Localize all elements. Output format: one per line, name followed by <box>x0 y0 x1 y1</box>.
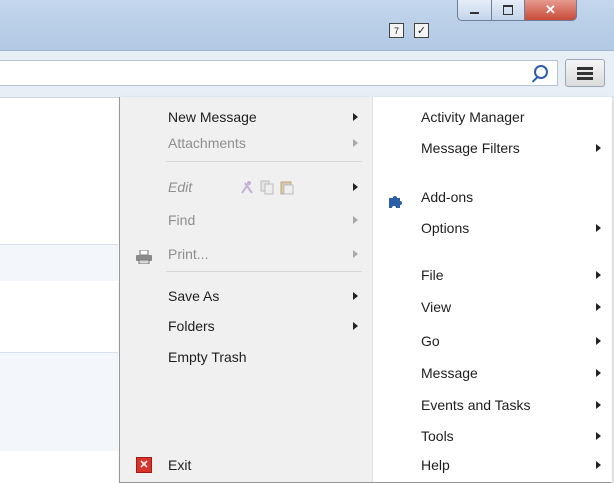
menu-item-label: Empty Trash <box>168 349 247 365</box>
menu-item-label: Go <box>421 333 440 349</box>
submenu-arrow-icon <box>353 322 358 330</box>
menu-item-activity-manager[interactable]: Activity Manager <box>421 105 601 129</box>
menu-item-message-filters[interactable]: Message Filters <box>421 136 601 160</box>
menu-item-label: File <box>421 267 444 283</box>
submenu-arrow-icon <box>596 144 601 152</box>
background-panel <box>0 352 118 451</box>
submenu-arrow-icon <box>596 303 601 311</box>
close-icon: ✕ <box>545 2 556 17</box>
tasks-icon[interactable]: ✓ <box>414 23 429 38</box>
menu-item-label: View <box>421 299 452 315</box>
menu-item-tools[interactable]: Tools <box>421 424 601 448</box>
menu-item-label: Folders <box>168 318 215 334</box>
menu-item-find[interactable]: Find <box>168 208 358 232</box>
menu-item-print[interactable]: Print... <box>168 242 358 266</box>
menu-item-label: New Message <box>168 109 257 125</box>
submenu-arrow-icon <box>353 250 358 258</box>
menu-item-label: Add-ons <box>421 189 474 205</box>
menu-item-exit[interactable]: Exit <box>168 453 358 477</box>
menu-item-label: Find <box>168 212 196 228</box>
title-bar: 7 ✓ ✕ <box>0 0 614 51</box>
menu-item-message[interactable]: Message <box>421 361 601 385</box>
menu-item-view[interactable]: View <box>421 295 601 319</box>
submenu-arrow-icon <box>596 432 601 440</box>
background-panel <box>0 244 118 281</box>
menu-item-label: Exit <box>168 457 192 473</box>
menu-item-folders[interactable]: Folders <box>168 314 358 338</box>
menu-item-label: Tools <box>421 428 454 444</box>
submenu-arrow-icon <box>596 401 601 409</box>
submenu-arrow-icon <box>353 216 358 224</box>
exit-icon: ✕ <box>136 457 152 473</box>
paste-icon[interactable] <box>280 178 294 195</box>
menu-item-label: Options <box>421 220 470 236</box>
copy-icon[interactable] <box>260 178 274 195</box>
minimize-button[interactable] <box>457 0 492 21</box>
submenu-arrow-icon <box>596 224 601 232</box>
submenu-arrow-icon <box>596 369 601 377</box>
menu-item-label: Attachments <box>168 135 246 151</box>
menu-item-label: Message Filters <box>421 140 520 156</box>
app-menu: New Message Attachments Edit Find Print.… <box>119 97 612 483</box>
search-input[interactable] <box>0 60 558 86</box>
search-icon[interactable] <box>534 65 548 79</box>
calendar-icon[interactable]: 7 <box>389 23 404 38</box>
menu-item-label: Help <box>421 457 450 473</box>
menu-item-file[interactable]: File <box>421 263 601 287</box>
menu-right-pane: Activity Manager Message Filters Add-ons… <box>372 97 612 482</box>
submenu-arrow-icon <box>353 139 358 147</box>
menu-item-empty-trash[interactable]: Empty Trash <box>168 345 358 369</box>
minimize-icon <box>470 11 479 14</box>
menu-item-edit[interactable]: Edit <box>168 175 358 199</box>
close-button[interactable]: ✕ <box>525 0 577 21</box>
maximize-icon <box>503 5 513 15</box>
menu-item-label: Print... <box>168 246 209 262</box>
menu-item-go[interactable]: Go <box>421 329 601 353</box>
submenu-arrow-icon <box>596 461 601 469</box>
menu-item-help[interactable]: Help <box>421 453 601 477</box>
menu-item-options[interactable]: Options <box>421 216 601 240</box>
toolbar <box>0 51 614 98</box>
menu-separator <box>166 271 362 272</box>
submenu-arrow-icon <box>353 292 358 300</box>
window-controls: ✕ <box>457 0 577 22</box>
menu-separator <box>166 161 362 162</box>
menu-item-events-and-tasks[interactable]: Events and Tasks <box>421 393 601 417</box>
menu-left-pane: New Message Attachments Edit Find Print.… <box>120 97 372 482</box>
maximize-button[interactable] <box>492 0 525 21</box>
submenu-arrow-icon <box>353 113 358 121</box>
printer-icon <box>136 249 152 266</box>
menu-item-attachments[interactable]: Attachments <box>168 131 358 155</box>
submenu-arrow-icon <box>596 271 601 279</box>
menu-item-label: Activity Manager <box>421 109 525 125</box>
menu-item-save-as[interactable]: Save As <box>168 284 358 308</box>
submenu-arrow-icon <box>353 183 358 191</box>
menu-item-new-message[interactable]: New Message <box>168 105 358 129</box>
menu-item-label: Events and Tasks <box>421 397 531 413</box>
cut-icon[interactable] <box>240 178 253 194</box>
puzzle-piece-icon <box>387 193 403 209</box>
menu-item-add-ons[interactable]: Add-ons <box>421 185 601 209</box>
menu-item-label: Message <box>421 365 478 381</box>
menu-item-label: Save As <box>168 288 220 304</box>
app-menu-button[interactable] <box>565 59 605 87</box>
menu-item-label: Edit <box>168 179 193 195</box>
submenu-arrow-icon <box>596 337 601 345</box>
